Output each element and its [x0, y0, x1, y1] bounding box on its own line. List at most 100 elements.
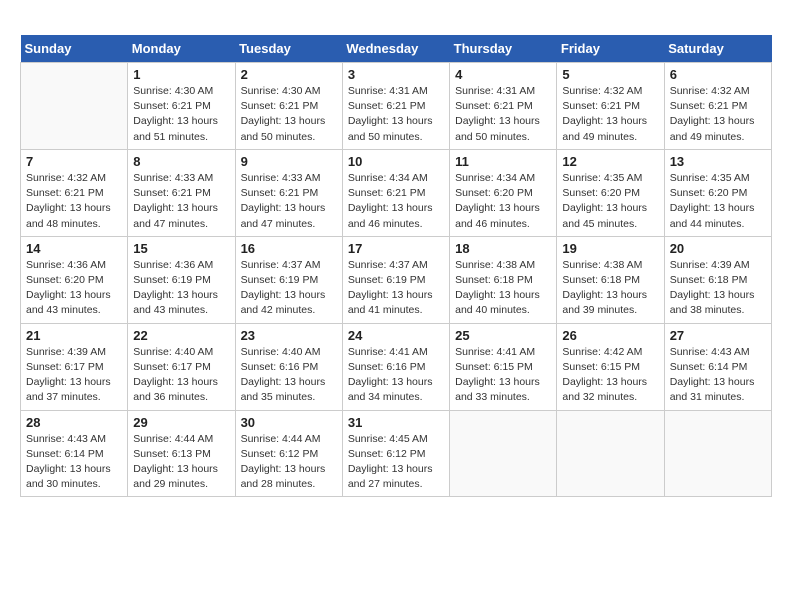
- day-number: 1: [133, 67, 229, 82]
- day-number: 2: [241, 67, 337, 82]
- calendar-cell: 24 Sunrise: 4:41 AMSunset: 6:16 PMDayligh…: [342, 323, 449, 410]
- calendar-cell: 2 Sunrise: 4:30 AMSunset: 6:21 PMDaylight…: [235, 63, 342, 150]
- day-info: Sunrise: 4:38 AMSunset: 6:18 PMDaylight:…: [455, 258, 551, 319]
- calendar-table: SundayMondayTuesdayWednesdayThursdayFrid…: [20, 35, 772, 497]
- day-number: 5: [562, 67, 658, 82]
- day-info: Sunrise: 4:39 AMSunset: 6:17 PMDaylight:…: [26, 345, 122, 406]
- day-info: Sunrise: 4:30 AMSunset: 6:21 PMDaylight:…: [241, 84, 337, 145]
- calendar-cell: 29 Sunrise: 4:44 AMSunset: 6:13 PMDayligh…: [128, 410, 235, 497]
- day-number: 27: [670, 328, 766, 343]
- day-number: 16: [241, 241, 337, 256]
- calendar-cell: 1 Sunrise: 4:30 AMSunset: 6:21 PMDaylight…: [128, 63, 235, 150]
- day-number: 18: [455, 241, 551, 256]
- calendar-cell: 19 Sunrise: 4:38 AMSunset: 6:18 PMDayligh…: [557, 236, 664, 323]
- day-info: Sunrise: 4:44 AMSunset: 6:12 PMDaylight:…: [241, 432, 337, 493]
- day-info: Sunrise: 4:40 AMSunset: 6:17 PMDaylight:…: [133, 345, 229, 406]
- day-info: Sunrise: 4:38 AMSunset: 6:18 PMDaylight:…: [562, 258, 658, 319]
- day-info: Sunrise: 4:33 AMSunset: 6:21 PMDaylight:…: [241, 171, 337, 232]
- calendar-week-row: 21 Sunrise: 4:39 AMSunset: 6:17 PMDayligh…: [21, 323, 772, 410]
- calendar-cell: 14 Sunrise: 4:36 AMSunset: 6:20 PMDayligh…: [21, 236, 128, 323]
- day-info: Sunrise: 4:34 AMSunset: 6:21 PMDaylight:…: [348, 171, 444, 232]
- day-info: Sunrise: 4:32 AMSunset: 6:21 PMDaylight:…: [562, 84, 658, 145]
- day-info: Sunrise: 4:37 AMSunset: 6:19 PMDaylight:…: [241, 258, 337, 319]
- day-info: Sunrise: 4:45 AMSunset: 6:12 PMDaylight:…: [348, 432, 444, 493]
- day-info: Sunrise: 4:43 AMSunset: 6:14 PMDaylight:…: [26, 432, 122, 493]
- day-info: Sunrise: 4:35 AMSunset: 6:20 PMDaylight:…: [670, 171, 766, 232]
- calendar-cell: 18 Sunrise: 4:38 AMSunset: 6:18 PMDayligh…: [450, 236, 557, 323]
- day-number: 24: [348, 328, 444, 343]
- calendar-cell: 8 Sunrise: 4:33 AMSunset: 6:21 PMDaylight…: [128, 149, 235, 236]
- weekday-header: Monday: [128, 35, 235, 63]
- calendar-cell: 21 Sunrise: 4:39 AMSunset: 6:17 PMDayligh…: [21, 323, 128, 410]
- calendar-cell: 12 Sunrise: 4:35 AMSunset: 6:20 PMDayligh…: [557, 149, 664, 236]
- day-number: 9: [241, 154, 337, 169]
- day-info: Sunrise: 4:32 AMSunset: 6:21 PMDaylight:…: [670, 84, 766, 145]
- day-number: 28: [26, 415, 122, 430]
- day-number: 21: [26, 328, 122, 343]
- day-number: 23: [241, 328, 337, 343]
- day-info: Sunrise: 4:42 AMSunset: 6:15 PMDaylight:…: [562, 345, 658, 406]
- calendar-cell: 23Sunrise: 4:40 AMSunset: 6:16 PMDayligh…: [235, 323, 342, 410]
- calendar-cell: [21, 63, 128, 150]
- day-info: Sunrise: 4:31 AMSunset: 6:21 PMDaylight:…: [348, 84, 444, 145]
- day-number: 8: [133, 154, 229, 169]
- calendar-cell: 10Sunrise: 4:34 AMSunset: 6:21 PMDayligh…: [342, 149, 449, 236]
- day-info: Sunrise: 4:36 AMSunset: 6:20 PMDaylight:…: [26, 258, 122, 319]
- calendar-cell: 17 Sunrise: 4:37 AMSunset: 6:19 PMDayligh…: [342, 236, 449, 323]
- weekday-header-row: SundayMondayTuesdayWednesdayThursdayFrid…: [21, 35, 772, 63]
- day-info: Sunrise: 4:44 AMSunset: 6:13 PMDaylight:…: [133, 432, 229, 493]
- day-number: 22: [133, 328, 229, 343]
- day-info: Sunrise: 4:34 AMSunset: 6:20 PMDaylight:…: [455, 171, 551, 232]
- day-number: 3: [348, 67, 444, 82]
- day-number: 25: [455, 328, 551, 343]
- calendar-week-row: 28 Sunrise: 4:43 AMSunset: 6:14 PMDayligh…: [21, 410, 772, 497]
- day-number: 12: [562, 154, 658, 169]
- calendar-cell: [450, 410, 557, 497]
- calendar-cell: 28 Sunrise: 4:43 AMSunset: 6:14 PMDayligh…: [21, 410, 128, 497]
- day-number: 6: [670, 67, 766, 82]
- day-number: 29: [133, 415, 229, 430]
- day-number: 31: [348, 415, 444, 430]
- calendar-week-row: 14 Sunrise: 4:36 AMSunset: 6:20 PMDayligh…: [21, 236, 772, 323]
- day-number: 14: [26, 241, 122, 256]
- calendar-cell: 9 Sunrise: 4:33 AMSunset: 6:21 PMDaylight…: [235, 149, 342, 236]
- calendar-cell: 5 Sunrise: 4:32 AMSunset: 6:21 PMDaylight…: [557, 63, 664, 150]
- weekday-header: Saturday: [664, 35, 771, 63]
- weekday-header: Thursday: [450, 35, 557, 63]
- day-info: Sunrise: 4:32 AMSunset: 6:21 PMDaylight:…: [26, 171, 122, 232]
- calendar-cell: 13 Sunrise: 4:35 AMSunset: 6:20 PMDayligh…: [664, 149, 771, 236]
- weekday-header: Tuesday: [235, 35, 342, 63]
- calendar-cell: [557, 410, 664, 497]
- calendar-cell: 25Sunrise: 4:41 AMSunset: 6:15 PMDayligh…: [450, 323, 557, 410]
- weekday-header: Wednesday: [342, 35, 449, 63]
- day-info: Sunrise: 4:37 AMSunset: 6:19 PMDaylight:…: [348, 258, 444, 319]
- day-number: 13: [670, 154, 766, 169]
- calendar-cell: 7Sunrise: 4:32 AMSunset: 6:21 PMDaylight…: [21, 149, 128, 236]
- day-number: 17: [348, 241, 444, 256]
- day-number: 19: [562, 241, 658, 256]
- day-info: Sunrise: 4:36 AMSunset: 6:19 PMDaylight:…: [133, 258, 229, 319]
- calendar-cell: [664, 410, 771, 497]
- day-info: Sunrise: 4:33 AMSunset: 6:21 PMDaylight:…: [133, 171, 229, 232]
- calendar-cell: 3 Sunrise: 4:31 AMSunset: 6:21 PMDaylight…: [342, 63, 449, 150]
- day-info: Sunrise: 4:43 AMSunset: 6:14 PMDaylight:…: [670, 345, 766, 406]
- calendar-cell: 6 Sunrise: 4:32 AMSunset: 6:21 PMDaylight…: [664, 63, 771, 150]
- day-number: 30: [241, 415, 337, 430]
- day-info: Sunrise: 4:31 AMSunset: 6:21 PMDaylight:…: [455, 84, 551, 145]
- calendar-cell: 20Sunrise: 4:39 AMSunset: 6:18 PMDayligh…: [664, 236, 771, 323]
- calendar-cell: 30 Sunrise: 4:44 AMSunset: 6:12 PMDayligh…: [235, 410, 342, 497]
- day-info: Sunrise: 4:35 AMSunset: 6:20 PMDaylight:…: [562, 171, 658, 232]
- calendar-cell: 31 Sunrise: 4:45 AMSunset: 6:12 PMDayligh…: [342, 410, 449, 497]
- day-info: Sunrise: 4:39 AMSunset: 6:18 PMDaylight:…: [670, 258, 766, 319]
- day-info: Sunrise: 4:30 AMSunset: 6:21 PMDaylight:…: [133, 84, 229, 145]
- calendar-cell: 26 Sunrise: 4:42 AMSunset: 6:15 PMDayligh…: [557, 323, 664, 410]
- day-number: 15: [133, 241, 229, 256]
- calendar-cell: 4Sunrise: 4:31 AMSunset: 6:21 PMDaylight…: [450, 63, 557, 150]
- calendar-cell: 15 Sunrise: 4:36 AMSunset: 6:19 PMDayligh…: [128, 236, 235, 323]
- page-header: [20, 20, 772, 25]
- calendar-cell: 11Sunrise: 4:34 AMSunset: 6:20 PMDayligh…: [450, 149, 557, 236]
- day-info: Sunrise: 4:41 AMSunset: 6:16 PMDaylight:…: [348, 345, 444, 406]
- day-number: 26: [562, 328, 658, 343]
- calendar-cell: 22 Sunrise: 4:40 AMSunset: 6:17 PMDayligh…: [128, 323, 235, 410]
- calendar-cell: 16 Sunrise: 4:37 AMSunset: 6:19 PMDayligh…: [235, 236, 342, 323]
